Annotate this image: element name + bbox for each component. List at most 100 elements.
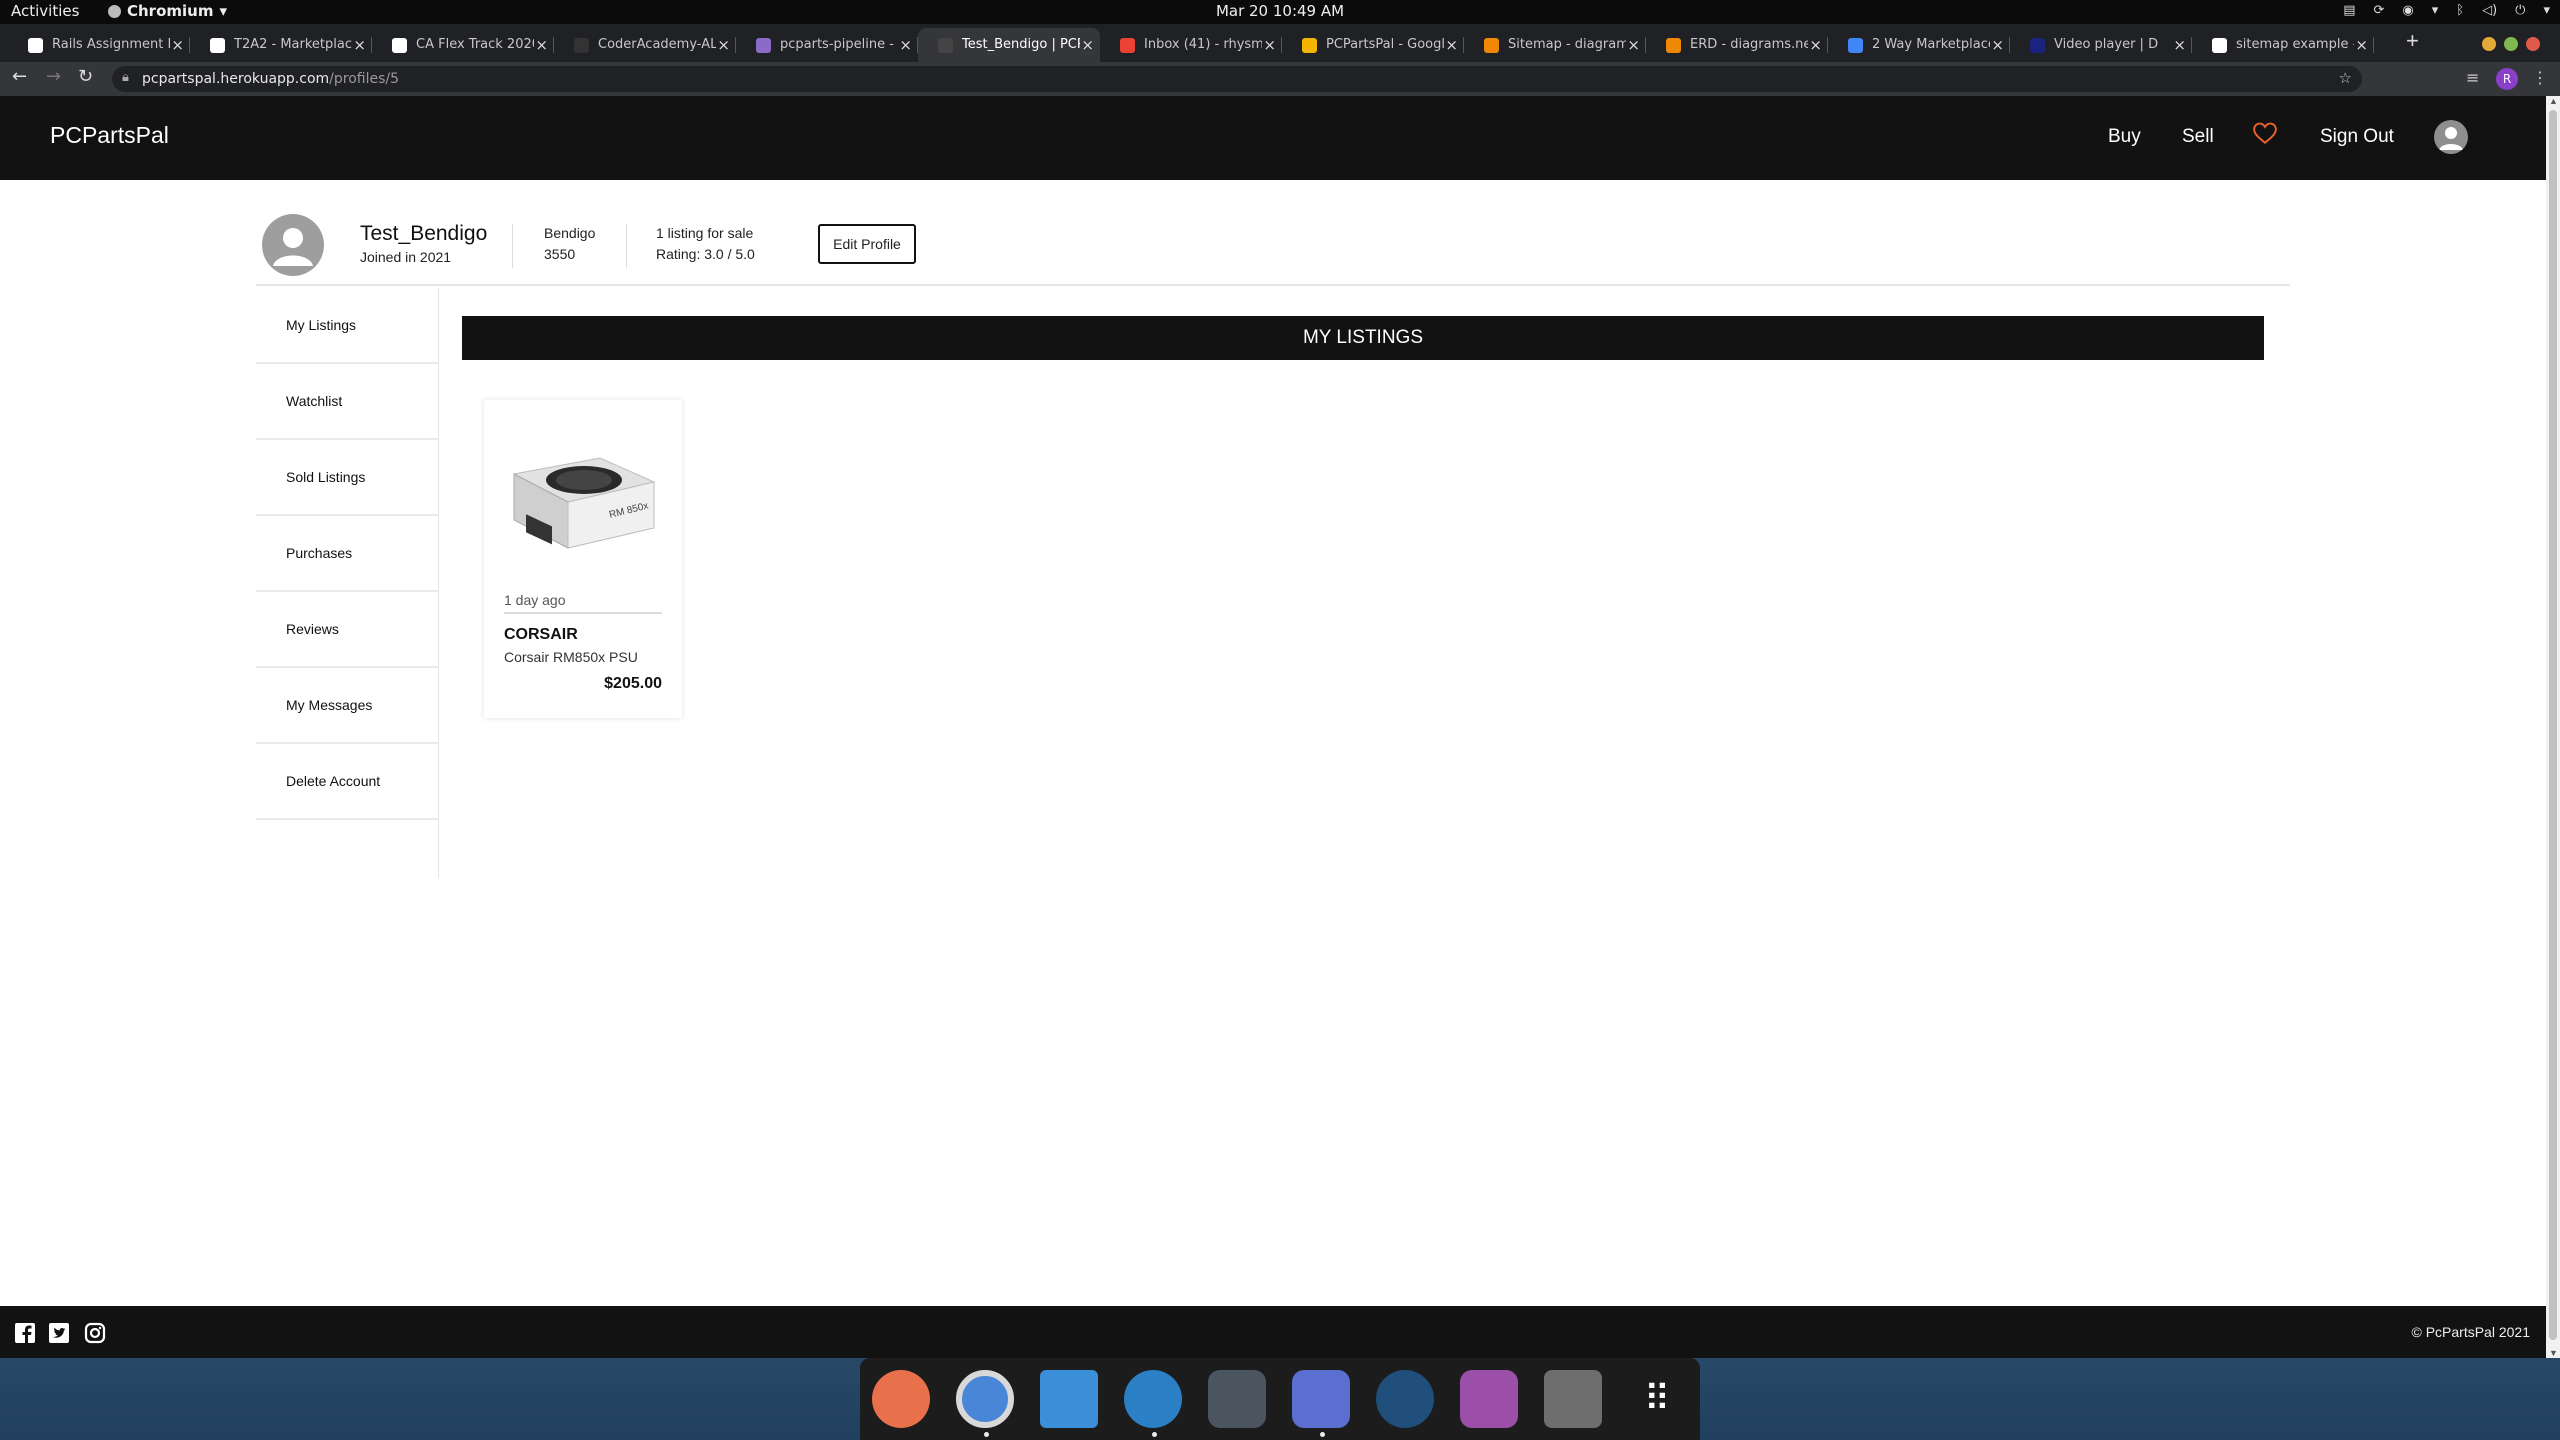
facebook-icon[interactable] <box>14 1322 36 1344</box>
favicon-icon <box>1302 38 1317 53</box>
favicon-icon <box>392 38 407 53</box>
twitter-icon[interactable] <box>48 1322 70 1344</box>
scrollbar-thumb[interactable] <box>2549 110 2557 1340</box>
close-tab-icon[interactable]: × <box>1445 28 1458 62</box>
nav-sign-out-link[interactable]: Sign Out <box>2320 126 2394 148</box>
kebab-menu-icon[interactable]: ⋮ <box>2532 68 2548 87</box>
sidebar-item-watchlist[interactable]: Watchlist <box>256 364 438 440</box>
sidebar-item-my-messages[interactable]: My Messages <box>256 668 438 744</box>
tab-active[interactable]: Test_Bendigo | PCPa × <box>918 28 1100 62</box>
video-icon[interactable] <box>1460 1370 1518 1428</box>
edit-profile-button[interactable]: Edit Profile <box>818 224 916 264</box>
nav-buy-link[interactable]: Buy <box>2108 126 2141 148</box>
close-tab-icon[interactable]: × <box>1627 28 1640 62</box>
files-icon[interactable] <box>1040 1370 1098 1428</box>
favicon-icon <box>2030 38 2045 53</box>
close-tab-icon[interactable]: × <box>171 28 184 62</box>
listing-brand: CORSAIR <box>504 626 578 643</box>
close-tab-icon[interactable]: × <box>535 28 548 62</box>
tab[interactable]: CA Flex Track 2020-02× <box>372 28 554 62</box>
sidebar-item-reviews[interactable]: Reviews <box>256 592 438 668</box>
back-arrow-icon[interactable]: ← <box>12 66 27 87</box>
url-text[interactable]: pcpartspal.herokuapp.com/profiles/5 <box>142 71 399 87</box>
close-tab-icon[interactable]: × <box>1991 28 2004 62</box>
tab[interactable]: Inbox (41) - rhysmor× <box>1100 28 1282 62</box>
discord-tray-icon[interactable]: ◉ <box>2402 3 2413 18</box>
activities-button[interactable]: Activities <box>11 2 79 20</box>
volume-icon[interactable]: ◁) <box>2482 3 2497 18</box>
clock[interactable]: Mar 20 10:49 AM <box>0 2 2560 20</box>
chevron-down-icon[interactable]: ▾ <box>2543 3 2550 18</box>
tab[interactable]: 2 Way Marketplace -× <box>1828 28 2010 62</box>
tab-title: Test_Bendigo | PCPa <box>962 37 1080 52</box>
tab[interactable]: Video player | D × <box>2010 28 2192 62</box>
listing-image[interactable]: RM 850x <box>504 444 660 556</box>
forward-arrow-icon[interactable]: → <box>46 66 61 87</box>
instagram-icon[interactable] <box>84 1322 106 1344</box>
watchlist-heart-icon[interactable] <box>2252 120 2278 146</box>
profile-location-city: Bendigo <box>544 225 596 241</box>
power-icon[interactable]: ⏻ <box>2515 3 2525 18</box>
media-control-icon[interactable]: ≡ <box>2466 68 2479 87</box>
listing-time: 1 day ago <box>504 592 566 608</box>
tab[interactable]: pcparts-pipeline - P × <box>736 28 918 62</box>
close-tab-icon[interactable]: × <box>899 28 912 62</box>
tab-separator <box>2373 37 2374 53</box>
tab[interactable]: Rails Assignment He× <box>8 28 190 62</box>
trash-icon[interactable] <box>1544 1370 1602 1428</box>
reload-icon[interactable]: ↻ <box>78 66 93 87</box>
address-bar[interactable]: 🔒︎ pcpartspal.herokuapp.com/profiles/5 ☆ <box>112 66 2362 92</box>
arch-icon[interactable] <box>1208 1370 1266 1428</box>
bluetooth-icon[interactable]: ᛒ <box>2456 3 2464 18</box>
divider <box>626 224 627 268</box>
close-tab-icon[interactable]: × <box>2355 28 2368 62</box>
tab[interactable]: Sitemap - diagrams × <box>1464 28 1646 62</box>
sidebar-item-my-listings[interactable]: My Listings <box>256 288 438 364</box>
profile-avatar-button[interactable]: R <box>2496 68 2518 90</box>
wifi-icon[interactable]: ▾ <box>2432 3 2439 18</box>
sync-icon[interactable]: ⟳ <box>2374 3 2385 18</box>
scroll-up-icon[interactable]: ▲ <box>2549 96 2558 106</box>
sidebar-item-delete-account[interactable]: Delete Account <box>256 744 438 820</box>
nav-sell-link[interactable]: Sell <box>2182 126 2214 148</box>
close-window-button[interactable] <box>2526 37 2540 51</box>
tab[interactable]: T2A2 - Marketplace × <box>190 28 372 62</box>
tab-title: 2 Way Marketplace - <box>1872 37 1990 52</box>
lock-icon[interactable]: 🔒︎ <box>122 70 129 85</box>
new-tab-button[interactable]: + <box>2406 28 2419 54</box>
minimize-button[interactable] <box>2482 37 2496 51</box>
tab[interactable]: CoderAcademy-ALL/× <box>554 28 736 62</box>
tab[interactable]: PCPartsPal - Google × <box>1282 28 1464 62</box>
close-tab-icon[interactable]: × <box>717 28 730 62</box>
vscode-icon[interactable] <box>1124 1370 1182 1428</box>
close-tab-icon[interactable]: × <box>1263 28 1276 62</box>
favicon-icon <box>756 38 771 53</box>
sidebar-item-sold-listings[interactable]: Sold Listings <box>256 440 438 516</box>
tab-title: PCPartsPal - Google <box>1326 37 1444 52</box>
firefox-icon[interactable] <box>872 1370 930 1428</box>
maximize-button[interactable] <box>2504 37 2518 51</box>
user-avatar-icon[interactable] <box>2434 120 2468 154</box>
clipboard-icon[interactable]: ▤ <box>2343 3 2355 18</box>
close-tab-icon[interactable]: × <box>1081 28 1094 62</box>
system-tray[interactable]: ▤ ⟳ ◉ ▾ ᛒ ◁) ⏻ ▾ <box>2343 3 2550 18</box>
page-scrollbar[interactable]: ▲ ▼ <box>2546 96 2560 1358</box>
app-menu[interactable]: Chromium ▾ <box>108 2 227 20</box>
url-path: /profiles/5 <box>329 71 400 87</box>
close-tab-icon[interactable]: × <box>353 28 366 62</box>
discord-icon[interactable] <box>1292 1370 1350 1428</box>
bookmark-star-icon[interactable]: ☆ <box>2339 69 2352 87</box>
tab[interactable]: ERD - diagrams.net × <box>1646 28 1828 62</box>
close-tab-icon[interactable]: × <box>2173 28 2186 62</box>
site-brand[interactable]: PCPartsPal <box>50 122 169 149</box>
scroll-down-icon[interactable]: ▼ <box>2549 1348 2558 1358</box>
sidebar-item-purchases[interactable]: Purchases <box>256 516 438 592</box>
chromium-icon[interactable] <box>956 1370 1014 1428</box>
favicon-icon <box>1120 38 1135 53</box>
steam-icon[interactable] <box>1376 1370 1434 1428</box>
profile-avatar-icon <box>262 214 324 276</box>
tab[interactable]: sitemap example - G× <box>2192 28 2374 62</box>
close-tab-icon[interactable]: × <box>1809 28 1822 62</box>
app-grid-icon[interactable]: ⠿ <box>1628 1370 1686 1428</box>
listing-card[interactable]: RM 850x 1 day ago CORSAIR Corsair RM850x… <box>484 400 682 718</box>
